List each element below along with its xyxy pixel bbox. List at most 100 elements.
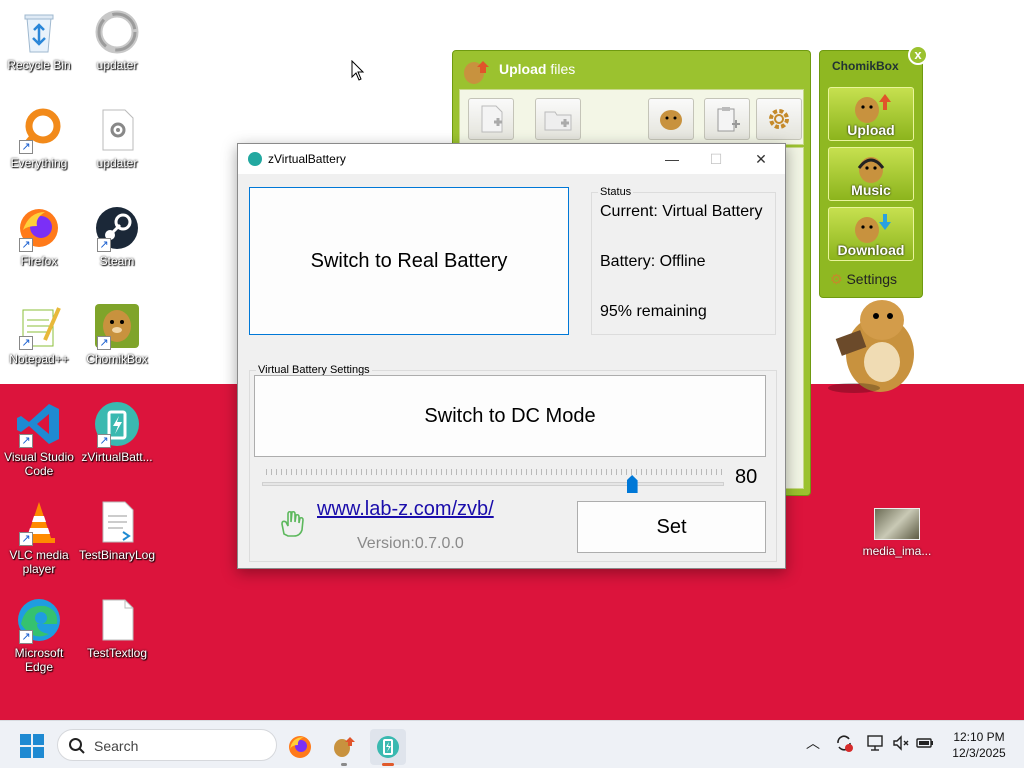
taskbar-search[interactable]: Search <box>57 729 277 761</box>
close-button[interactable]: ✕ <box>738 144 784 174</box>
zvirtualbattery-app-icon <box>248 152 262 166</box>
status-current: Current: Virtual Battery <box>600 203 763 220</box>
upload-toolbar <box>459 89 804 145</box>
add-folder-button[interactable] <box>535 98 581 140</box>
chomikbox-icon <box>334 737 355 757</box>
desktop-icon-label: Everything <box>10 156 68 170</box>
desktop-icon-label: TestBinaryLog <box>78 548 156 562</box>
active-indicator <box>382 763 394 766</box>
running-indicator <box>341 763 347 766</box>
desktop-icon-label: Steam <box>99 254 135 268</box>
add-file-button[interactable] <box>468 98 514 140</box>
desktop-icon-label: Visual Studio Code <box>4 450 74 478</box>
desktop-icon-vscode[interactable]: ↗ Visual Studio Code <box>0 400 78 478</box>
window-titlebar[interactable]: zVirtualBattery — ☐ ✕ <box>238 144 785 174</box>
switch-to-dc-mode-button[interactable]: Switch to DC Mode <box>254 375 766 457</box>
desktop-icon-label: updater <box>96 58 138 72</box>
upload-button[interactable]: Upload <box>828 87 914 141</box>
document-file-icon <box>93 498 141 546</box>
clipboard-icon <box>717 107 740 132</box>
chomikbox-panel[interactable]: ChomikBox x Upload Music Download ⚙ Sett… <box>819 45 928 298</box>
zvirtualbattery-icon <box>377 736 399 758</box>
show-hidden-icons-chevron-up-icon[interactable]: ︿ <box>803 733 823 755</box>
battery-icon[interactable] <box>915 733 935 755</box>
minimize-button[interactable]: — <box>649 144 695 174</box>
window-title: zVirtualBattery <box>268 152 346 166</box>
windows-start-icon[interactable] <box>20 734 44 758</box>
shortcut-arrow-icon: ↗ <box>19 434 33 448</box>
switch-to-real-battery-button[interactable]: Switch to Real Battery <box>249 187 569 335</box>
paste-button[interactable] <box>704 98 750 140</box>
maximize-button[interactable]: ☐ <box>693 144 739 174</box>
steam-icon: ↗ <box>93 204 141 252</box>
hamster-button[interactable] <box>648 98 694 140</box>
desktop-icon-label: media_ima... <box>862 544 932 558</box>
upload-settings-button[interactable] <box>756 98 802 140</box>
everything-search-icon: ↗ <box>15 106 63 154</box>
hamster-icon <box>660 110 682 130</box>
gear-icon: ⚙ <box>830 271 843 287</box>
taskbar: Search ︿ 12:10 PM 12/3/2025 <box>0 720 1024 768</box>
gear-icon <box>769 109 789 129</box>
clock-date: 12/3/2025 <box>952 746 1006 760</box>
taskbar-firefox[interactable] <box>282 729 318 765</box>
chomikbox-logo-icon <box>464 61 489 84</box>
network-icon[interactable] <box>866 733 886 755</box>
desktop-icon-testbinarylog[interactable]: TestBinaryLog <box>78 498 156 562</box>
search-placeholder: Search <box>94 738 139 754</box>
status-group: Status Current: Virtual Battery Battery:… <box>591 186 776 335</box>
desktop-icon-updater-1[interactable]: updater <box>78 8 156 72</box>
desktop-icon-vlc[interactable]: ↗ VLC media player <box>0 498 78 576</box>
download-button[interactable]: Download <box>828 207 914 261</box>
notepad-plus-plus-icon: ↗ <box>15 302 63 350</box>
shortcut-arrow-icon: ↗ <box>97 336 111 350</box>
slider-value: 80 <box>735 466 758 488</box>
desktop-icon-everything[interactable]: ↗ Everything <box>0 106 78 170</box>
desktop-icon-label: Recycle Bin <box>7 58 71 72</box>
taskbar-chomikbox[interactable] <box>326 729 362 766</box>
chomikbox-panel-title: ChomikBox <box>832 59 899 73</box>
desktop-icon-chomikbox[interactable]: ↗ ChomikBox <box>78 302 156 366</box>
version-label: Version:0.7.0.0 <box>357 535 464 552</box>
text-file-icon <box>93 596 141 644</box>
close-icon[interactable]: x <box>908 45 928 65</box>
taskbar-zvirtualbattery[interactable] <box>370 729 406 766</box>
volume-muted-icon[interactable] <box>891 733 911 755</box>
taskbar-clock[interactable]: 12:10 PM 12/3/2025 <box>942 729 1016 761</box>
status-group-label: Status <box>598 186 634 198</box>
desktop-icon-steam[interactable]: ↗ Steam <box>78 204 156 268</box>
desktop-icon-zvirtualbattery[interactable]: ↗ zVirtualBatt... <box>78 400 156 464</box>
desktop-icon-label: ChomikBox <box>86 352 148 366</box>
desktop-icon-firefox[interactable]: ↗ Firefox <box>0 204 78 268</box>
website-link[interactable]: www.lab-z.com/zvb/ <box>317 498 494 521</box>
hamster-upload-icon <box>855 94 891 123</box>
sync-alert-icon[interactable] <box>834 733 854 755</box>
reading-hamster-mascot-icon <box>828 300 914 393</box>
desktop-icon-label: TestTextlog <box>86 646 148 660</box>
settings-link[interactable]: ⚙ Settings <box>830 271 897 288</box>
desktop-icon-notepad-plus-plus[interactable]: ↗ Notepad++ <box>0 302 78 366</box>
updater-settings-file-icon <box>93 106 141 154</box>
desktop-icon-recycle-bin[interactable]: Recycle Bin <box>0 8 78 72</box>
search-icon <box>69 738 85 754</box>
battery-level-slider[interactable] <box>262 482 724 486</box>
add-folder-icon <box>544 111 572 131</box>
zvirtualbattery-window[interactable]: zVirtualBattery — ☐ ✕ Switch to Real Bat… <box>237 143 786 569</box>
desktop-icon-testtextlog[interactable]: TestTextlog <box>78 596 156 660</box>
desktop-icon-edge[interactable]: ↗ Microsoft Edge <box>0 596 78 674</box>
desktop-icon-updater-2[interactable]: updater <box>78 106 156 170</box>
updater-refresh-icon <box>93 8 141 56</box>
desktop-icon-label: Firefox <box>20 254 58 268</box>
desktop-icon-media-image[interactable]: media_ima... <box>858 508 936 558</box>
shortcut-arrow-icon: ↗ <box>19 140 33 154</box>
set-button[interactable]: Set <box>577 501 766 553</box>
clock-time: 12:10 PM <box>953 730 1005 744</box>
slider-ticks <box>266 469 722 475</box>
upload-window-title: Upload files <box>499 61 576 77</box>
mouse-cursor-icon <box>351 60 365 81</box>
chomikbox-hamster-icon: ↗ <box>93 302 141 350</box>
desktop-icon-label: Microsoft Edge <box>14 646 64 674</box>
shortcut-arrow-icon: ↗ <box>19 532 33 546</box>
shortcut-arrow-icon: ↗ <box>19 336 33 350</box>
music-button[interactable]: Music <box>828 147 914 201</box>
